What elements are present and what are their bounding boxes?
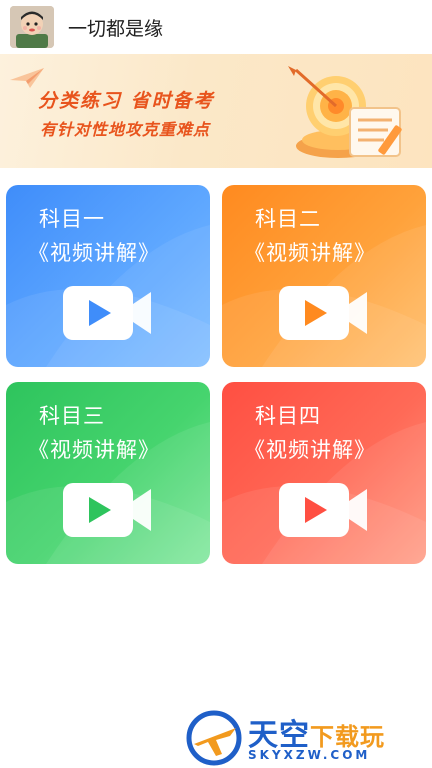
avatar-cartoon-icon: [10, 6, 54, 48]
subject-card-2[interactable]: 科目二 《视频讲解》: [222, 185, 426, 367]
card-subtitle: 《视频讲解》: [28, 241, 160, 265]
banner-subline: 有针对性地攻克重难点: [40, 120, 211, 139]
video-camera-icon[interactable]: [61, 479, 155, 539]
target-illustration-icon: [288, 66, 402, 158]
username: 一切都是缘: [68, 18, 164, 40]
subject-card-3[interactable]: 科目三 《视频讲解》: [6, 382, 210, 564]
watermark-title-accent: 下载玩: [310, 723, 385, 751]
video-camera-icon[interactable]: [61, 282, 155, 342]
video-camera-icon[interactable]: [277, 479, 371, 539]
card-title: 科目四: [255, 404, 321, 428]
card-title: 科目三: [39, 404, 105, 428]
card-subtitle: 《视频讲解》: [28, 438, 160, 462]
card-title: 科目一: [39, 207, 105, 231]
banner-headline: 分类练习 省时备考: [38, 90, 215, 112]
airplane-logo-icon: [186, 710, 242, 766]
card-title: 科目二: [255, 207, 321, 231]
promo-banner[interactable]: 分类练习 省时备考 有针对性地攻克重难点: [0, 54, 432, 168]
card-subtitle: 《视频讲解》: [244, 241, 376, 265]
watermark-url: SKYXZW.COM: [248, 748, 371, 762]
card-subtitle: 《视频讲解》: [244, 438, 376, 462]
avatar[interactable]: [10, 6, 54, 48]
top-bar: 一切都是缘: [0, 0, 432, 54]
subject-card-1[interactable]: 科目一 《视频讲解》: [6, 185, 210, 367]
site-watermark: 天空下载玩 SKYXZW.COM: [186, 708, 432, 768]
video-camera-icon[interactable]: [277, 282, 371, 342]
subject-card-4[interactable]: 科目四 《视频讲解》: [222, 382, 426, 564]
